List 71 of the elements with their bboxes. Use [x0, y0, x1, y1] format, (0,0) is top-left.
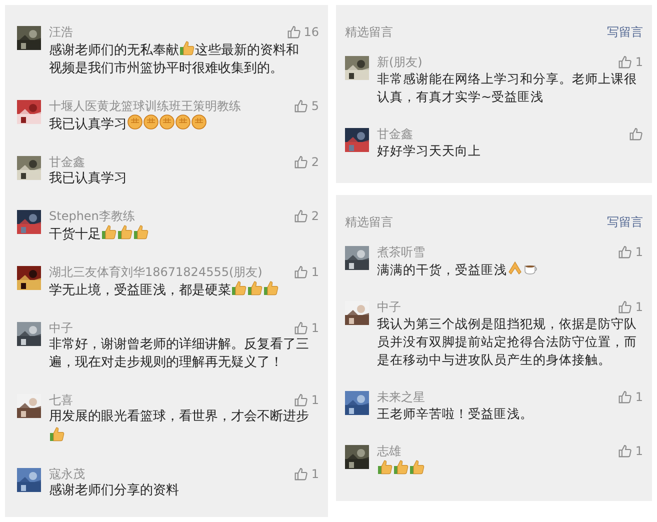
thumbs-up-icon: [247, 280, 263, 296]
comment-text: 感谢老师们分享的资料: [49, 483, 179, 498]
thumbs-up-icon[interactable]: [618, 300, 632, 314]
section-title: 精选留言: [345, 214, 393, 231]
like-count: 1: [311, 392, 319, 408]
thumbs-up-icon: [231, 280, 247, 296]
commenter-name: 甘金鑫: [49, 154, 85, 170]
like-count: 1: [635, 54, 643, 70]
thumbs-up-icon[interactable]: [294, 265, 308, 279]
thumbs-up-icon[interactable]: [294, 99, 308, 113]
thumbs-up-icon: [179, 40, 195, 56]
comment-text: 满满的干货，受益匪浅: [377, 262, 507, 277]
commenter-name: 中子: [377, 299, 401, 315]
comment-text: 干货十足: [49, 227, 101, 242]
like-count: 1: [311, 320, 319, 336]
thumbs-up-icon: [409, 459, 425, 475]
commenter-name: 中子: [49, 320, 73, 336]
thumbs-up-icon[interactable]: [286, 25, 301, 39]
comment-text: 我认为第三个战例是阻挡犯规，依据是防守队员并没有双脚提前站定抢得合法防守位置，而是在移动中与进攻队员产生的身体接触。: [377, 316, 637, 367]
thumbs-up-icon[interactable]: [294, 321, 308, 335]
thumbs-up-icon[interactable]: [618, 55, 632, 69]
thumbs-up-icon[interactable]: [294, 209, 308, 223]
comment-text: 学无止境，受益匪浅，都是硬菜: [49, 283, 231, 298]
like-count: 1: [311, 466, 319, 482]
commenter-name: 未来之星: [377, 389, 425, 405]
write-comment-link[interactable]: 写留言: [607, 213, 643, 231]
comment-text: 视频是我们市州篮协平时很难收集到的。: [49, 61, 283, 76]
section-title: 精选留言: [345, 24, 393, 41]
like-count: 1: [635, 244, 643, 260]
like-count: 1: [635, 299, 643, 315]
write-comment-link[interactable]: 写留言: [607, 23, 643, 41]
comment-text: 非常好，谢谢曾老师的详细讲解。反复看了三遍，现在对走步规则的理解再无疑义了！: [49, 337, 309, 370]
like-count: 1: [635, 443, 643, 459]
thumbs-up-icon: [393, 459, 409, 475]
like-count: 2: [311, 154, 319, 170]
comment-text: 王老师辛苦啦！受益匪浅。: [377, 406, 533, 421]
thumbs-up-icon[interactable]: [294, 155, 308, 169]
thumbs-up-icon[interactable]: [294, 467, 308, 481]
thumbs-up-icon: [133, 224, 149, 240]
like-count: 1: [635, 389, 643, 405]
like-count: 1: [311, 264, 319, 280]
commenter-name: Stephen李教练: [49, 208, 135, 224]
comment-text: 我已认真学习: [49, 171, 127, 186]
commenter-name: 寇永茂: [49, 466, 85, 482]
commenter-name: 七喜: [49, 392, 73, 408]
comment-text: 非常感谢能在网络上学习和分享。老师上课很认真，有真才实学~受益匪浅: [377, 71, 637, 104]
thumbs-up-icon: [377, 459, 393, 475]
comment-text: 这些最新的资料和: [195, 43, 299, 58]
like-count: 16: [304, 24, 319, 40]
thumbs-up-icon: [263, 280, 279, 296]
commenter-name: 甘金鑫: [377, 126, 413, 142]
thumbs-up-icon: [117, 224, 133, 240]
comment-text: 感谢老师们的无私奉献: [49, 43, 179, 58]
thumbs-up-icon[interactable]: [629, 127, 643, 141]
thumbs-up-icon: [49, 426, 65, 442]
comment-text: 用发展的眼光看篮球，看世界，才会不断进步: [49, 409, 309, 424]
like-count: 5: [311, 98, 319, 114]
commenter-name: 湖北三友体育刘华18671824555(朋友): [49, 264, 262, 280]
commenter-name: 煮茶听雪: [377, 244, 425, 260]
commenter-name: 汪浩: [49, 24, 73, 40]
commenter-name: 十堰人医黄龙篮球训练班王策明教练: [49, 98, 241, 114]
thumbs-up-icon: [101, 224, 117, 240]
comment-text: 好好学习天天向上: [377, 143, 481, 158]
thumbs-up-icon[interactable]: [618, 245, 632, 259]
commenter-name: 志雄: [377, 443, 401, 459]
comment-text: 我已认真学习: [49, 117, 127, 132]
commenter-name: 新(朋友): [377, 54, 422, 70]
like-count: 2: [311, 208, 319, 224]
thumbs-up-icon[interactable]: [618, 390, 632, 404]
thumbs-up-icon[interactable]: [618, 444, 632, 458]
thumbs-up-icon[interactable]: [294, 393, 308, 407]
